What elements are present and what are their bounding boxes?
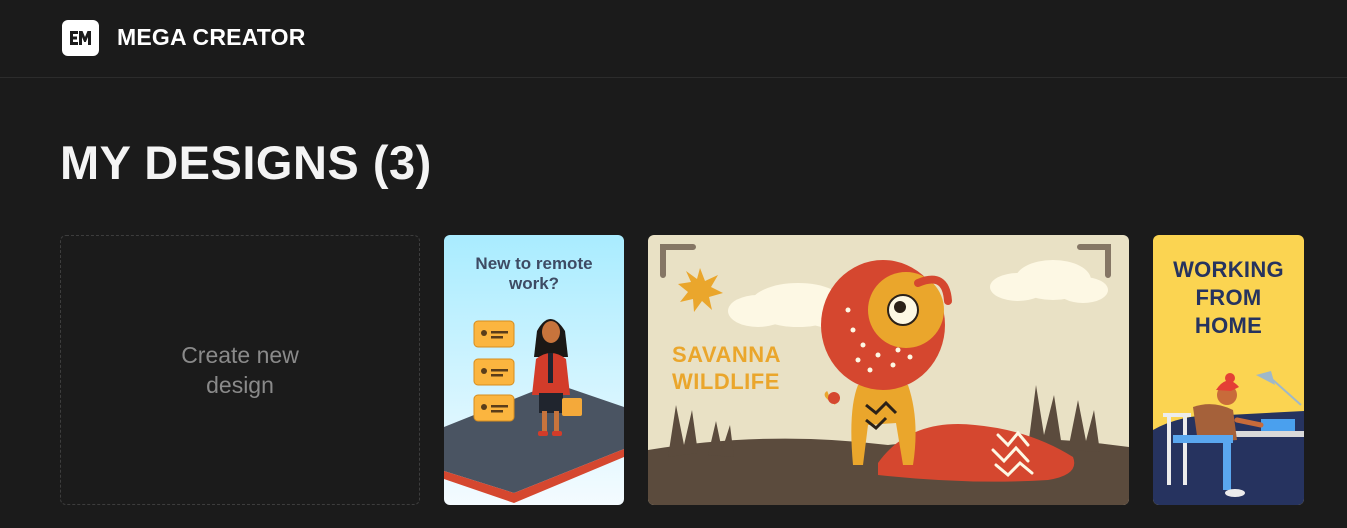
design-title-remote-work: New to remote work? (475, 254, 593, 293)
brand-name[interactable]: MEGA CREATOR (117, 24, 306, 51)
design-card-savanna-wildlife[interactable]: SAVANNA WILDLIFE (648, 235, 1129, 505)
top-bar: MEGA CREATOR (0, 0, 1347, 78)
design-card-working-from-home[interactable]: WORKING FROM HOME (1153, 235, 1304, 505)
mega-creator-logo-icon[interactable] (62, 20, 99, 56)
design-title-savanna-wildlife: SAVANNA WILDLIFE (672, 342, 781, 394)
create-new-design-button[interactable]: Create new design (60, 235, 420, 505)
design-title-working-from-home: WORKING FROM HOME (1173, 257, 1284, 338)
design-card-remote-work[interactable]: New to remote work? (444, 235, 624, 505)
page-title: MY DESIGNS (3) (60, 136, 432, 189)
create-new-design-label: Create new design (181, 342, 299, 398)
